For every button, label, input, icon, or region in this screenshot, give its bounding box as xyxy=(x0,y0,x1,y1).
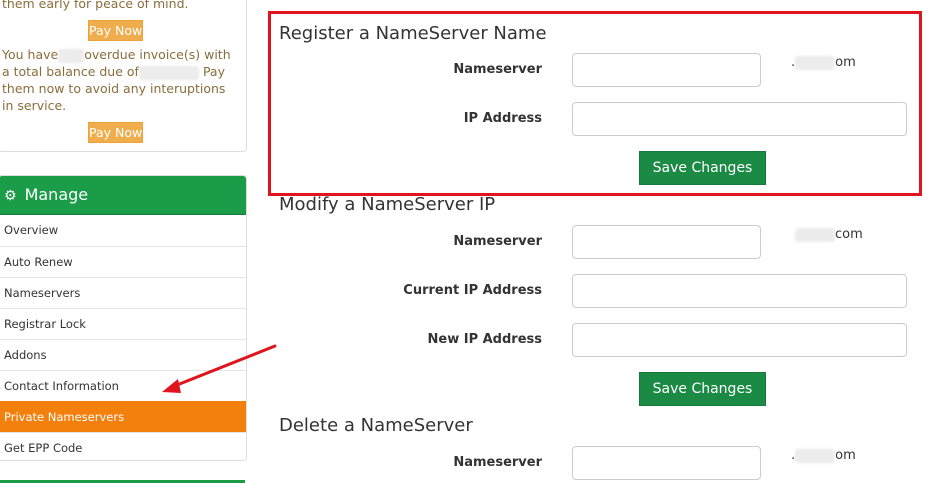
delete-domain-suffix-text: om xyxy=(835,448,856,463)
modify-section-title: Modify a NameServer IP xyxy=(279,194,496,215)
delete-section-title: Delete a NameServer xyxy=(279,415,473,436)
delete-nameserver-label: Nameserver xyxy=(453,455,542,470)
register-nameserver-input[interactable] xyxy=(572,53,761,87)
modify-save-button[interactable]: Save Changes xyxy=(639,372,766,406)
menu-item-private-nameservers[interactable]: Private Nameservers xyxy=(0,401,246,432)
alert-text-part-1: You have xyxy=(2,47,59,62)
modify-domain-suffix-text: com xyxy=(835,227,863,242)
menu-item-get-epp-code[interactable]: Get EPP Code xyxy=(0,432,246,460)
pay-now-button-1[interactable]: Pay Now xyxy=(88,20,144,41)
register-domain-suffix-text: om xyxy=(835,55,856,70)
register-ip-label: IP Address xyxy=(463,111,542,126)
modify-nameserver-label: Nameserver xyxy=(453,234,542,249)
delete-nameserver-input[interactable] xyxy=(572,446,761,480)
register-section-title: Register a NameServer Name xyxy=(279,23,547,44)
redacted-domain xyxy=(795,448,836,463)
redacted-domain xyxy=(795,227,835,242)
manage-header: ⚙ Manage xyxy=(0,176,246,215)
modify-current-ip-input[interactable] xyxy=(572,274,907,308)
modify-current-ip-label: Current IP Address xyxy=(403,283,542,298)
manage-panel: ⚙ Manage Overview Auto Renew Nameservers Reg… xyxy=(0,175,247,461)
pay-now-button-2[interactable]: Pay Now xyxy=(88,122,144,143)
register-nameserver-label: Nameserver xyxy=(453,62,542,77)
redacted-domain xyxy=(795,55,836,70)
alert-text-overdue: You have overdue invoice(s) with a total … xyxy=(2,46,238,114)
overdue-invoice-panel: them early for peace of mind. Pay Now Yo… xyxy=(0,0,247,152)
menu-item-nameservers[interactable]: Nameservers xyxy=(0,277,246,308)
register-save-button[interactable]: Save Changes xyxy=(639,151,766,185)
redacted-amount xyxy=(138,65,199,80)
register-domain-suffix: . om xyxy=(791,55,856,70)
modify-nameserver-input[interactable] xyxy=(572,225,761,259)
modify-new-ip-label: New IP Address xyxy=(427,332,543,347)
client-area-page: them early for peace of mind. Pay Now Yo… xyxy=(0,0,945,483)
delete-domain-suffix: . om xyxy=(791,448,856,463)
modify-new-ip-input[interactable] xyxy=(572,323,907,357)
redacted-count xyxy=(58,48,85,63)
red-arrow-annotation xyxy=(162,344,277,393)
alert-line-top: them early for peace of mind. xyxy=(2,0,189,11)
gear-icon: ⚙ xyxy=(4,188,17,204)
menu-item-auto-renew[interactable]: Auto Renew xyxy=(0,246,246,277)
register-ip-input[interactable] xyxy=(572,102,907,136)
modify-domain-suffix: com xyxy=(795,227,863,242)
manage-title: Manage xyxy=(24,185,89,204)
alert-text-top: them early for peace of mind. xyxy=(2,0,238,12)
menu-item-overview[interactable]: Overview xyxy=(0,215,246,246)
